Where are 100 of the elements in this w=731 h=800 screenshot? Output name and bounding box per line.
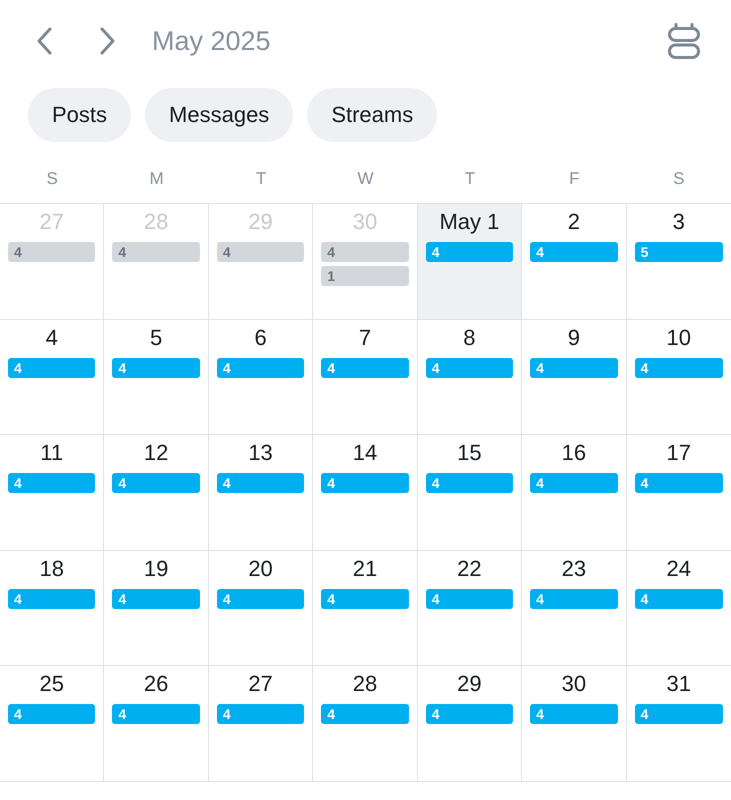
weekday-label: T (256, 169, 266, 189)
day-number: 28 (352, 671, 378, 698)
day-cell[interactable]: 29 4 (418, 666, 522, 782)
event-count-bar[interactable]: 4 (112, 242, 200, 262)
filter-chip[interactable]: Streams (307, 88, 438, 142)
day-cell[interactable]: 25 4 (0, 666, 104, 782)
weekday-label: M (150, 169, 164, 189)
day-cell[interactable]: 20 4 (208, 550, 314, 666)
day-number: 24 (666, 556, 692, 582)
event-count-bar[interactable]: 4 (530, 473, 618, 494)
event-count-bar[interactable]: 4 (530, 588, 618, 609)
day-cell[interactable]: 3 5 (626, 204, 731, 320)
day-cell[interactable]: 7 4 (313, 320, 418, 436)
event-count-bar[interactable]: 4 (530, 242, 618, 262)
day-number: 3 (672, 209, 685, 235)
day-number: 6 (254, 324, 267, 351)
calendar-view-button[interactable] (668, 22, 700, 60)
day-cell[interactable]: 28 4 (313, 666, 418, 782)
event-count-bar[interactable]: 4 (216, 242, 304, 262)
event-count-bar[interactable]: 4 (426, 242, 514, 262)
day-cell[interactable]: 16 4 (522, 435, 627, 551)
weekday-label: S (673, 169, 684, 189)
day-cell[interactable]: 27 4 (0, 204, 104, 320)
day-cell[interactable]: 26 4 (104, 666, 209, 782)
event-count-bar[interactable]: 4 (530, 704, 618, 724)
day-cell[interactable]: 6 4 (208, 320, 314, 436)
day-cell[interactable]: 19 4 (104, 550, 209, 666)
day-number: May 1 (439, 209, 500, 235)
event-count-bar[interactable]: 4 (216, 358, 304, 378)
day-cell[interactable]: 30 4 (522, 666, 627, 782)
event-count-bar[interactable]: 4 (216, 588, 304, 609)
day-cell[interactable]: 27 4 (208, 666, 314, 782)
event-count-bar[interactable]: 4 (634, 473, 723, 494)
event-count-bar[interactable]: 4 (112, 588, 200, 609)
day-number: 2 (568, 209, 580, 235)
event-count-bar[interactable]: 4 (634, 588, 723, 609)
event-count-bar[interactable]: 4 (8, 588, 96, 609)
filter-chip[interactable]: Messages (145, 88, 294, 142)
day-cell[interactable]: 15 4 (418, 435, 522, 551)
event-count-bar[interactable]: 4 (8, 473, 96, 494)
day-cell[interactable]: 9 4 (522, 320, 627, 436)
event-count-bar[interactable]: 4 (634, 358, 723, 378)
day-cell[interactable]: 18 4 (0, 550, 104, 666)
weekday-label: W (357, 169, 374, 189)
event-count-bar[interactable]: 4 (321, 473, 409, 494)
day-cell[interactable]: 14 4 (313, 435, 418, 551)
day-cell[interactable]: 8 4 (418, 320, 522, 436)
day-cell[interactable]: 29 4 (208, 204, 314, 320)
day-number: 29 (457, 671, 482, 698)
day-cell[interactable]: 12 4 (104, 435, 209, 551)
event-count-bar[interactable]: 4 (426, 704, 514, 724)
event-count-bar[interactable]: 4 (634, 704, 723, 724)
day-cell[interactable]: 10 4 (626, 320, 731, 436)
event-count-bar[interactable]: 4 (426, 358, 514, 378)
event-count-bar[interactable]: 4 (530, 358, 618, 378)
day-number: 8 (463, 324, 476, 351)
day-cell[interactable]: 4 4 (0, 320, 104, 436)
day-cell[interactable]: 22 4 (418, 550, 522, 666)
day-number: 10 (666, 324, 692, 351)
event-count-bar[interactable]: 4 (112, 358, 200, 378)
weekday-label: F (569, 169, 580, 189)
day-cell[interactable]: 24 4 (626, 550, 731, 666)
event-count-bar[interactable]: 4 (8, 704, 96, 724)
event-count-bar[interactable]: 4 (216, 473, 304, 494)
event-count-bar[interactable]: 4 (8, 242, 96, 262)
day-number: 26 (144, 671, 168, 698)
day-number: 27 (39, 209, 64, 235)
day-cell[interactable]: 23 4 (522, 550, 627, 666)
day-cell[interactable]: 5 4 (104, 320, 209, 436)
event-count-bar[interactable]: 4 (426, 473, 514, 494)
day-cell[interactable]: 31 4 (626, 666, 731, 782)
day-number: 22 (457, 556, 482, 582)
day-number: 17 (666, 440, 692, 466)
event-count-bar[interactable]: 5 (634, 242, 723, 262)
event-count-bar[interactable]: 4 (426, 588, 514, 609)
event-count-bar[interactable]: 4 (8, 358, 96, 378)
day-number: 30 (352, 209, 378, 235)
day-cell[interactable]: 13 4 (208, 435, 314, 551)
event-count-bar[interactable]: 4 (112, 473, 200, 494)
day-number: 12 (144, 440, 168, 466)
day-number: 5 (150, 324, 162, 351)
day-cell[interactable]: 21 4 (313, 550, 418, 666)
day-number: 4 (46, 324, 58, 351)
event-count-bar[interactable]: 4 (216, 704, 304, 724)
day-cell[interactable]: 17 4 (626, 435, 731, 551)
event-count-bar[interactable]: 4 (321, 242, 409, 262)
event-count-bar[interactable]: 4 (321, 358, 409, 378)
event-count-bar[interactable]: 4 (321, 588, 409, 609)
day-number: 29 (248, 209, 273, 235)
day-cell[interactable]: 2 4 (522, 204, 627, 320)
day-number: 20 (248, 556, 273, 582)
day-cell[interactable]: 30 4 1 (313, 204, 418, 320)
event-count-bar[interactable]: 4 (112, 704, 200, 724)
day-cell[interactable]: 11 4 (0, 435, 104, 551)
filter-chip[interactable]: Posts (28, 88, 132, 142)
day-cell[interactable]: May 1 4 (418, 204, 522, 320)
day-number: 16 (562, 440, 586, 466)
event-count-bar[interactable]: 1 (321, 266, 409, 286)
event-count-bar[interactable]: 4 (321, 704, 409, 724)
day-cell[interactable]: 28 4 (104, 204, 209, 320)
